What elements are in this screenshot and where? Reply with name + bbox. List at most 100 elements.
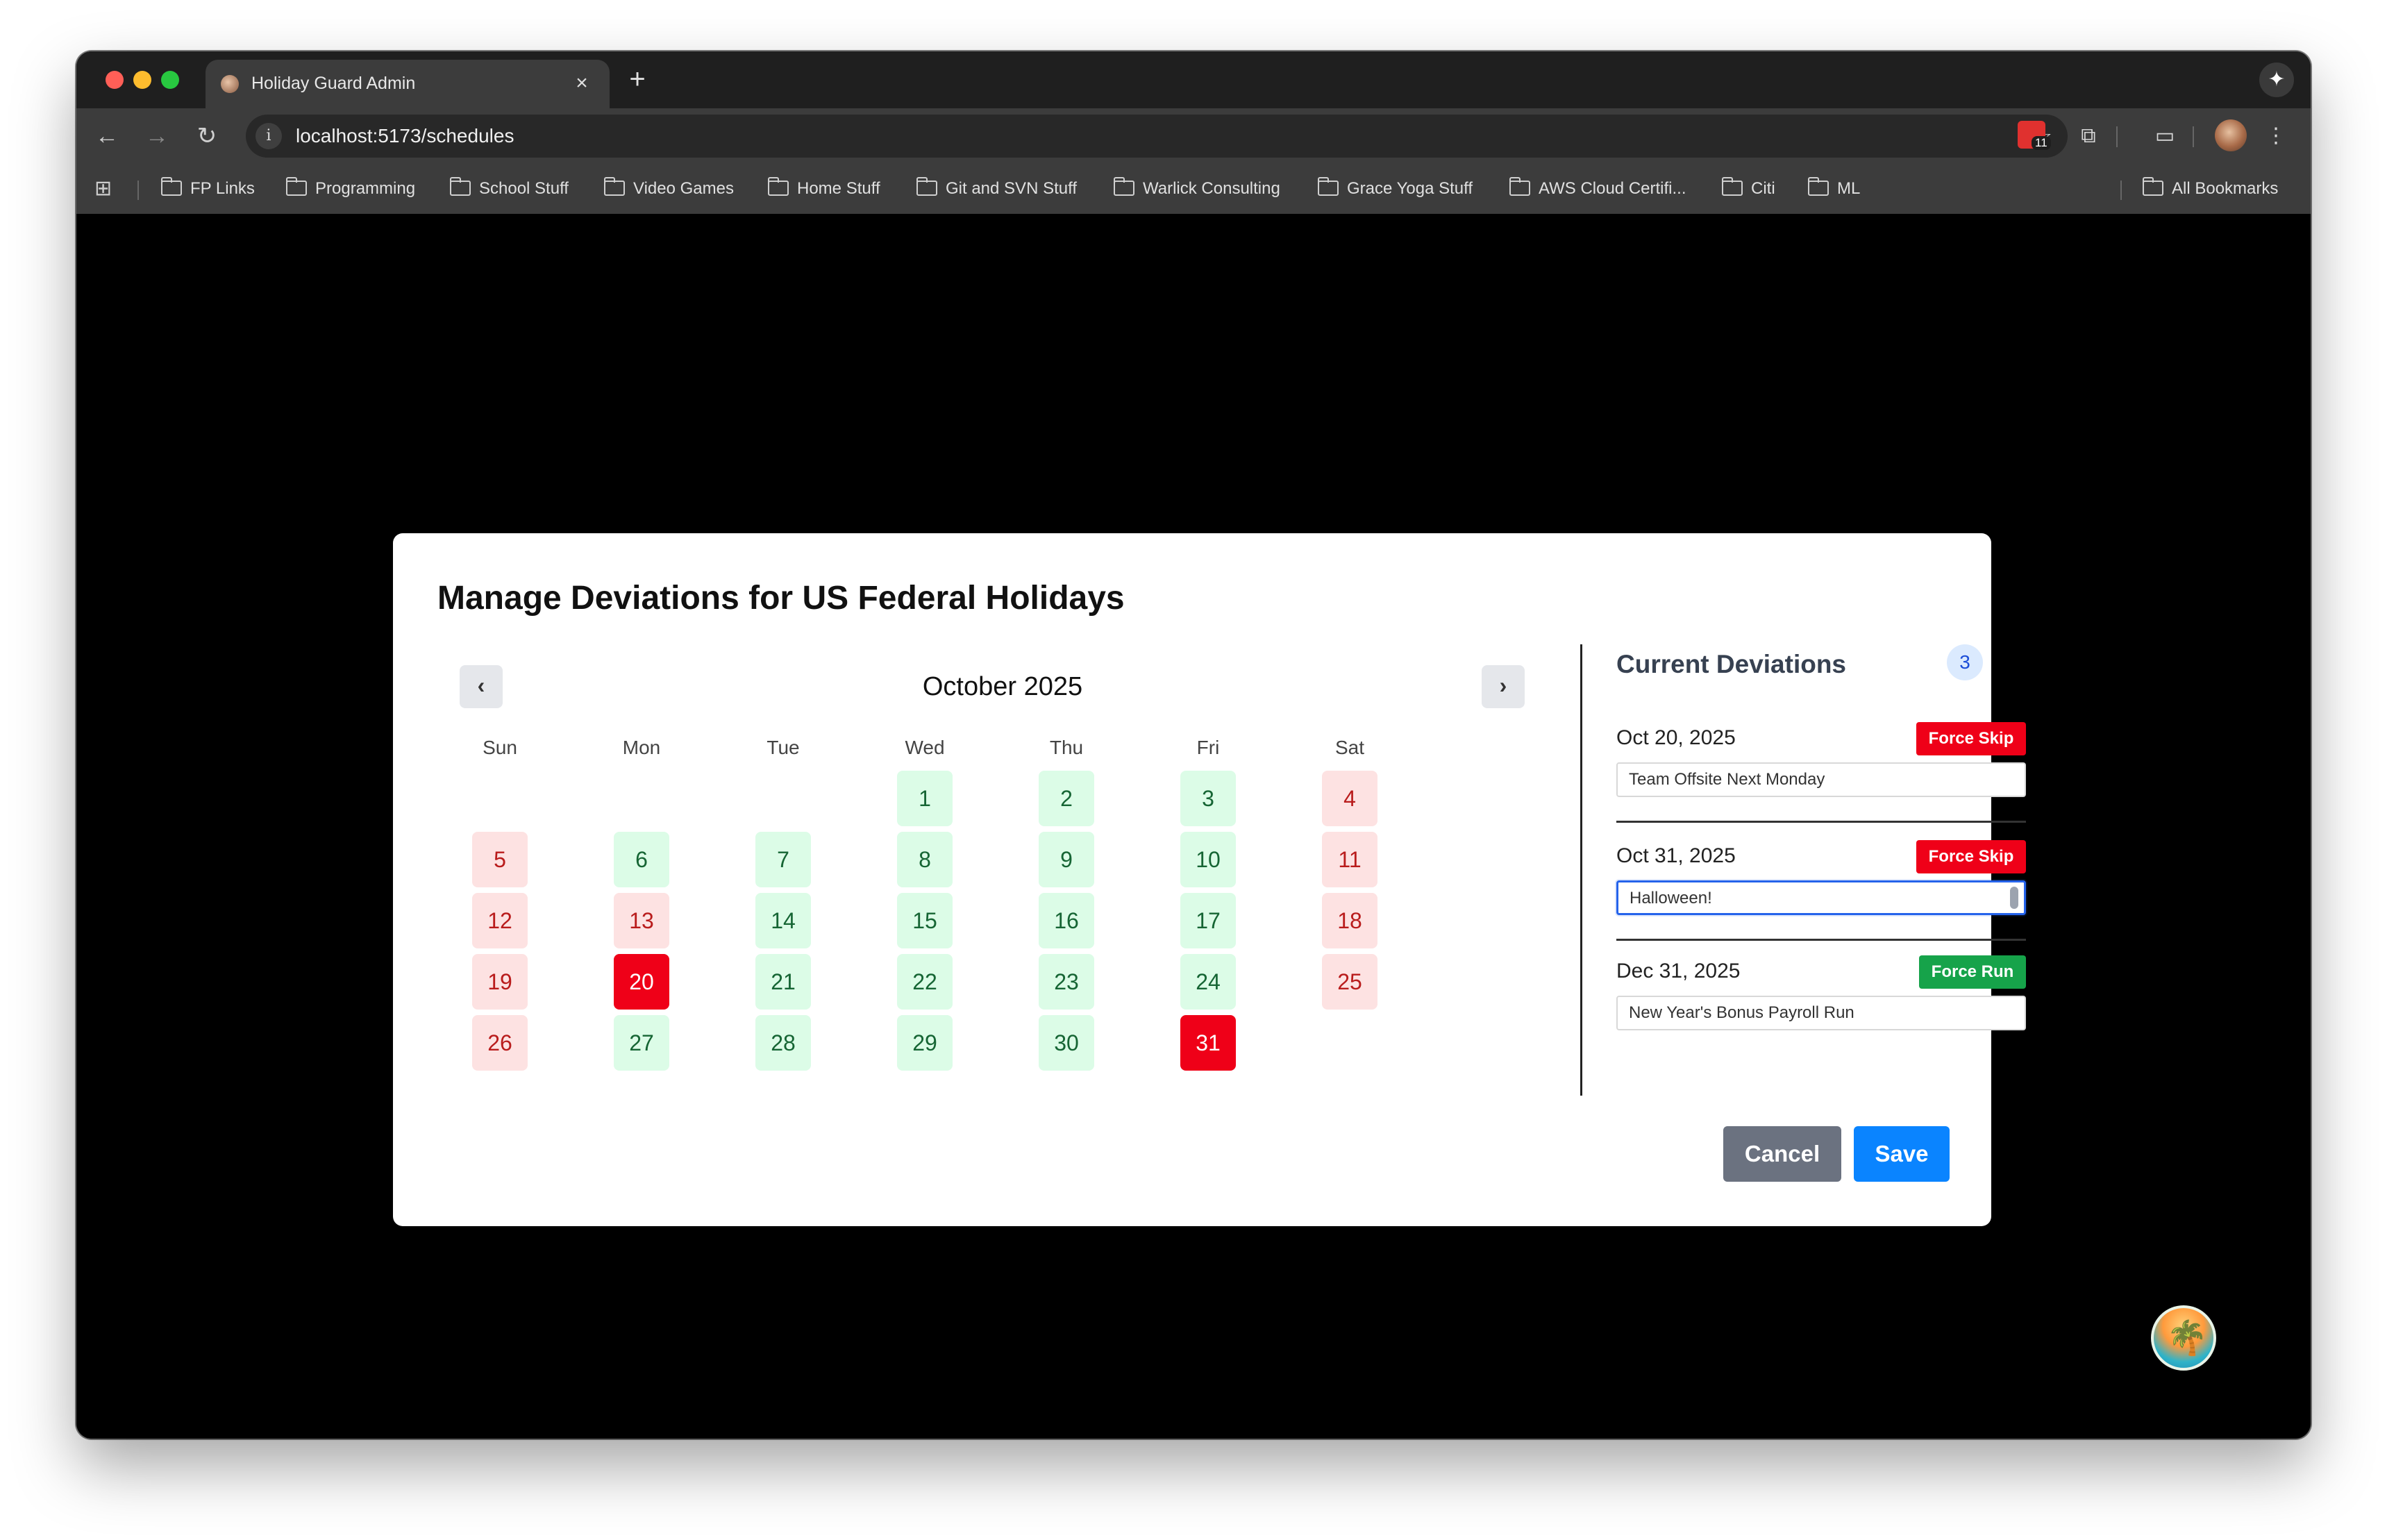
bookmark-folder[interactable]: ML	[1807, 177, 1860, 199]
calendar-day[interactable]: 25	[1322, 954, 1377, 1010]
tab-favicon-icon	[221, 75, 239, 93]
calendar-day[interactable]: 2	[1039, 771, 1094, 826]
calendar-day[interactable]: 21	[755, 954, 811, 1010]
bookmark-label: Home Stuff	[797, 179, 880, 198]
force-skip-badge[interactable]: Force Skip	[1916, 722, 2026, 755]
bookmark-folder[interactable]: Citi	[1721, 177, 1775, 199]
deviation-note-text: Halloween!	[1630, 889, 1712, 907]
all-bookmarks[interactable]: All Bookmarks	[2142, 177, 2279, 199]
puzzle-icon[interactable]: ⧉	[2073, 121, 2104, 151]
calendar-day[interactable]: 22	[897, 954, 953, 1010]
tab-strip: Holiday Guard Admin × + ✦	[76, 51, 2311, 108]
next-month-button[interactable]: ›	[1482, 665, 1525, 708]
force-run-badge[interactable]: Force Run	[1919, 955, 2026, 989]
calendar-day[interactable]: 10	[1180, 832, 1236, 887]
new-tab-button[interactable]: +	[622, 65, 653, 96]
bookmark-folder[interactable]: Home Stuff	[767, 177, 880, 199]
sparkle-icon[interactable]: ✦	[2259, 62, 2294, 97]
calendar-day[interactable]: 29	[897, 1015, 953, 1071]
tab-holiday-guard-admin[interactable]: Holiday Guard Admin ×	[206, 60, 610, 108]
weekday-label: Mon	[622, 737, 661, 758]
deviation-note-input[interactable]	[1616, 996, 2026, 1030]
apps-grid-icon[interactable]: ⊞	[94, 178, 117, 200]
info-icon[interactable]: i	[256, 123, 282, 149]
tab-close-icon[interactable]: ×	[569, 71, 594, 96]
all-bookmarks-label: All Bookmarks	[2172, 179, 2279, 198]
calendar-day[interactable]: 4	[1322, 771, 1377, 826]
page-viewport: Manage Deviations for US Federal Holiday…	[76, 214, 2311, 1439]
calendar-day[interactable]: 7	[755, 832, 811, 887]
weekday-label: Sun	[483, 737, 517, 758]
browser-window: Holiday Guard Admin × + ✦ ← → ↻ i localh…	[76, 51, 2311, 1439]
calendar-day[interactable]: 1	[897, 771, 953, 826]
calendar-day[interactable]: 17	[1180, 893, 1236, 948]
bookmark-folder[interactable]: School Stuff	[449, 177, 569, 199]
calendar-day[interactable]: 13	[614, 893, 669, 948]
deviation-date: Oct 20, 2025	[1616, 726, 1736, 749]
bookmark-folder[interactable]: Video Games	[603, 177, 734, 199]
close-window-button[interactable]	[106, 71, 124, 89]
calendar-day[interactable]: 15	[897, 893, 953, 948]
folder-icon	[1721, 177, 1743, 196]
tab-title: Holiday Guard Admin	[251, 74, 416, 93]
deviation-note-input[interactable]	[1616, 762, 2026, 797]
bookmark-folder[interactable]: FP Links	[160, 177, 255, 199]
calendar-day[interactable]: 27	[614, 1015, 669, 1071]
address-bar[interactable]: i localhost:5173/schedules ☆	[246, 115, 2068, 158]
palm-island-logo-icon[interactable]	[2151, 1305, 2216, 1371]
bookmark-folder[interactable]: Warlick Consulting	[1113, 177, 1280, 199]
calendar-day[interactable]: 24	[1180, 954, 1236, 1010]
toolbar-divider	[2193, 126, 2194, 147]
modal-title: Manage Deviations for US Federal Holiday…	[437, 580, 1125, 617]
calendar-day[interactable]: 16	[1039, 893, 1094, 948]
deviation-note-input-focused[interactable]: Halloween!	[1616, 880, 2026, 915]
calendar-day[interactable]: 28	[755, 1015, 811, 1071]
calendar-day[interactable]: 23	[1039, 954, 1094, 1010]
bookmark-folder[interactable]: Programming	[285, 177, 415, 199]
url-text[interactable]: localhost:5173/schedules	[296, 125, 514, 147]
calendar-day[interactable]: 8	[897, 832, 953, 887]
arrow-right-icon[interactable]: →	[142, 121, 172, 151]
folder-icon	[285, 177, 307, 196]
calendar-day[interactable]: 26	[472, 1015, 528, 1071]
calendar-day[interactable]: 12	[472, 893, 528, 948]
bookmark-label: Git and SVN Stuff	[946, 179, 1077, 198]
calendar-day[interactable]: 9	[1039, 832, 1094, 887]
force-skip-badge[interactable]: Force Skip	[1916, 840, 2026, 873]
kebab-menu-icon[interactable]: ⋮	[2261, 121, 2291, 151]
folder-icon	[767, 177, 789, 196]
calendar-day[interactable]: 3	[1180, 771, 1236, 826]
folder-icon	[449, 177, 471, 196]
save-button[interactable]: Save	[1854, 1126, 1950, 1182]
calendar-day[interactable]: 11	[1322, 832, 1377, 887]
folder-icon	[916, 177, 937, 196]
folder-icon	[603, 177, 625, 196]
calendar-day[interactable]: 19	[472, 954, 528, 1010]
arrow-left-icon[interactable]: ←	[92, 121, 122, 151]
tab-search-icon[interactable]: ▭	[2150, 121, 2180, 151]
input-scrollbar[interactable]	[2010, 887, 2018, 909]
minimize-window-button[interactable]	[133, 71, 151, 89]
cancel-button[interactable]: Cancel	[1723, 1126, 1841, 1182]
maximize-window-button[interactable]	[161, 71, 179, 89]
weekday-label: Wed	[905, 737, 945, 758]
calendar-day[interactable]: 18	[1322, 893, 1377, 948]
deviation-date: Dec 31, 2025	[1616, 960, 1741, 982]
reload-icon[interactable]: ↻	[192, 121, 222, 151]
prev-month-button[interactable]: ‹	[460, 665, 503, 708]
calendar-month-label: October 2025	[922, 672, 1083, 701]
calendar-day[interactable]: 30	[1039, 1015, 1094, 1071]
calendar-day[interactable]: 31	[1180, 1015, 1236, 1071]
calendar-day[interactable]: 14	[755, 893, 811, 948]
deviations-count-badge: 3	[1947, 644, 1983, 680]
folder-icon	[1509, 177, 1530, 196]
folder-icon	[1807, 177, 1829, 196]
calendar-day[interactable]: 5	[472, 832, 528, 887]
bookmark-folder[interactable]: Git and SVN Stuff	[916, 177, 1077, 199]
bookmark-folder[interactable]: Grace Yoga Stuff	[1317, 177, 1473, 199]
calendar-day[interactable]: 20	[614, 954, 669, 1010]
calendar-day[interactable]: 6	[614, 832, 669, 887]
bookmark-folder[interactable]: AWS Cloud Certifi...	[1509, 177, 1686, 199]
avatar[interactable]	[2215, 119, 2247, 151]
bookmark-label: Citi	[1751, 179, 1775, 198]
